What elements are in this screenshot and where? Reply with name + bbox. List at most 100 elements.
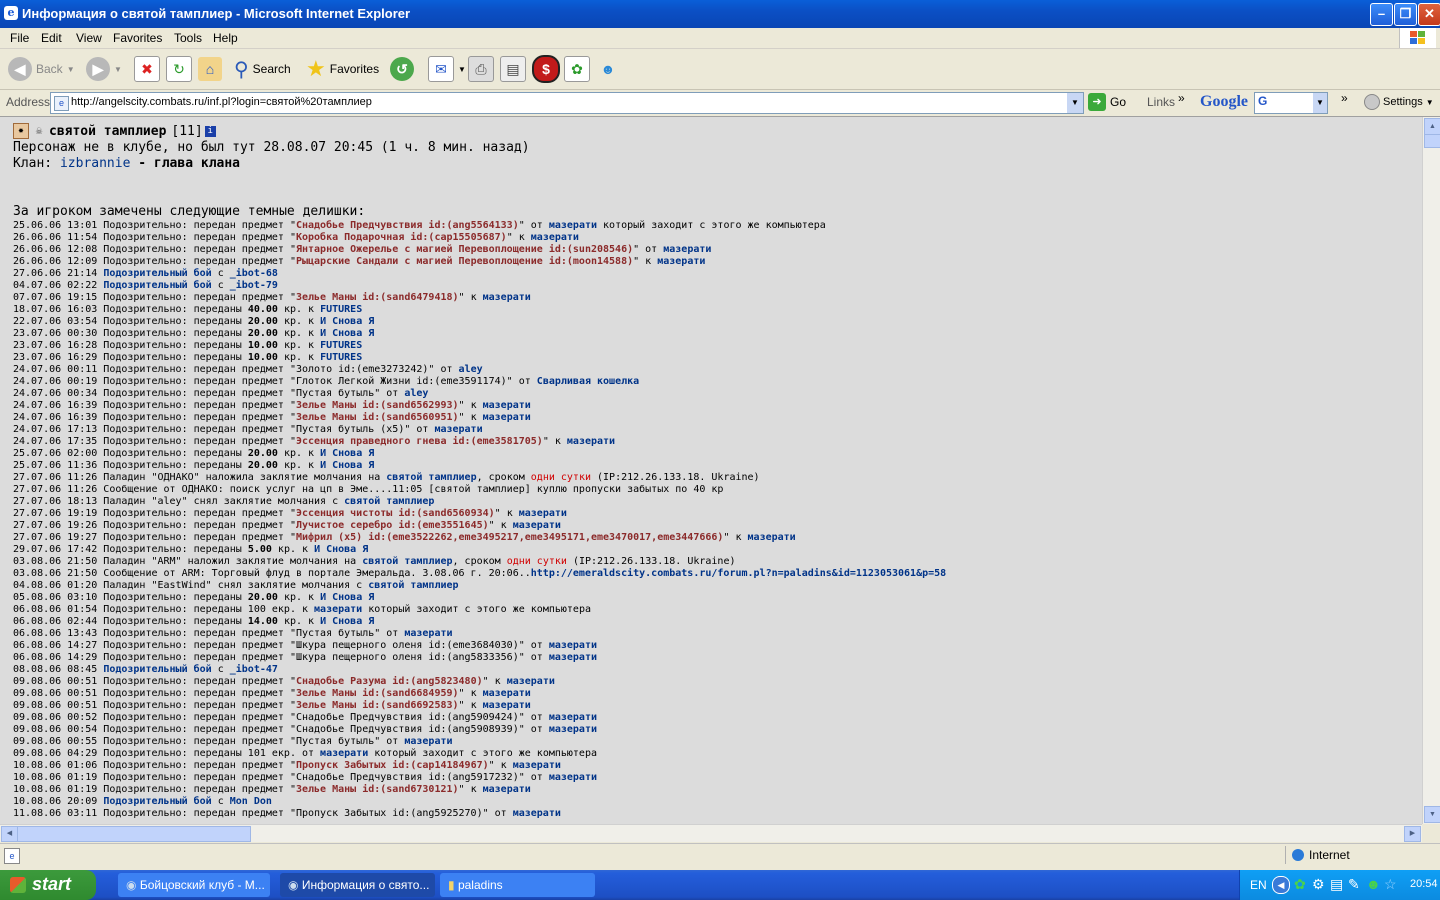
log-nick-link[interactable]: святой тамплиер: [344, 496, 434, 507]
log-nick-link[interactable]: _ibot-79: [230, 280, 278, 291]
task-paladins[interactable]: ▮ paladins: [440, 873, 595, 897]
log-nick-link[interactable]: мазерати: [549, 772, 597, 783]
google-dropdown-icon[interactable]: ▼: [1313, 93, 1327, 113]
clan-link[interactable]: izbrannie: [60, 156, 130, 171]
log-nick-link[interactable]: мазерати: [549, 220, 597, 231]
log-nick-link[interactable]: мазерати: [314, 604, 362, 615]
back-dropdown-icon[interactable]: ▼: [67, 65, 75, 74]
log-nick-link[interactable]: мазерати: [513, 520, 561, 531]
log-nick-link[interactable]: мазерати: [404, 736, 452, 747]
log-nick-link[interactable]: И Снова Я: [320, 328, 374, 339]
task-info[interactable]: ◉ Информация о свято...: [280, 873, 435, 897]
info-icon[interactable]: i: [204, 125, 216, 137]
log-nick-link[interactable]: мазерати: [519, 508, 567, 519]
scroll-left-icon[interactable]: ◀: [1, 826, 18, 842]
log-nick-link[interactable]: святой тамплиер: [368, 580, 458, 591]
stop-button[interactable]: ✖: [134, 54, 160, 84]
log-nick-link[interactable]: мазерати: [404, 628, 452, 639]
log-nick-link[interactable]: мазерати: [663, 244, 711, 255]
log-nick-link[interactable]: мазерати: [549, 640, 597, 651]
messenger-button[interactable]: ☻: [596, 54, 620, 84]
search-button[interactable]: ⚲ Search: [234, 54, 291, 84]
log-nick-link[interactable]: _ibot-47: [230, 664, 278, 675]
log-nick-link[interactable]: _ibot-68: [230, 268, 278, 279]
settings-button[interactable]: Settings ▼: [1364, 94, 1434, 110]
refresh-button[interactable]: ↻: [166, 54, 192, 84]
log-nick-link[interactable]: мазерати: [531, 232, 579, 243]
log-nick-link[interactable]: мазерати: [507, 676, 555, 687]
log-nick-link[interactable]: мазерати: [483, 700, 531, 711]
menu-file[interactable]: File: [10, 31, 29, 45]
log-nick-link[interactable]: мазерати: [748, 532, 796, 543]
menu-view[interactable]: View: [76, 31, 102, 45]
log-nick-link[interactable]: aley: [459, 364, 483, 375]
log-nick-link[interactable]: мазерати: [483, 784, 531, 795]
log-nick-link[interactable]: Подозрительный бой: [103, 796, 211, 807]
log-nick-link[interactable]: мазерати: [567, 436, 615, 447]
history-button[interactable]: ↺: [390, 54, 414, 84]
menu-favorites[interactable]: Favorites: [113, 31, 162, 45]
log-nick-link[interactable]: И Снова Я: [320, 316, 374, 327]
log-nick-link[interactable]: мазерати: [483, 292, 531, 303]
log-nick-link[interactable]: мазерати: [549, 724, 597, 735]
mail-dropdown-icon[interactable]: ▼: [458, 65, 466, 74]
log-nick-link[interactable]: Mon Don: [230, 796, 272, 807]
network-tray-icon[interactable]: ▤: [1330, 876, 1343, 893]
log-nick-link[interactable]: Сварливая кошелка: [537, 376, 639, 387]
agent-tray-icon[interactable]: ☻: [1366, 876, 1381, 892]
log-nick-link[interactable]: FUTURES: [320, 340, 362, 351]
start-button[interactable]: start: [0, 870, 96, 900]
forward-button[interactable]: ▶ ▼: [86, 54, 122, 84]
task-combats[interactable]: ◉ Бойцовский клуб - M...: [118, 873, 270, 897]
star-tray-icon[interactable]: ☆: [1384, 876, 1397, 893]
vertical-scrollbar[interactable]: ▲ ▼: [1422, 117, 1440, 824]
forward-dropdown-icon[interactable]: ▼: [114, 65, 122, 74]
address-dropdown-icon[interactable]: ▼: [1067, 93, 1083, 113]
restore-button[interactable]: ❐: [1394, 3, 1417, 26]
home-button[interactable]: ⌂: [198, 54, 222, 84]
log-nick-link[interactable]: мазерати: [483, 688, 531, 699]
icq-tray-icon[interactable]: ✿: [1294, 876, 1306, 893]
log-nick-link[interactable]: И Снова Я: [320, 460, 374, 471]
horizontal-scrollbar[interactable]: ◀ ▶: [0, 824, 1422, 842]
print-button[interactable]: ⎙: [468, 54, 494, 84]
log-nick-link[interactable]: Подозрительный бой: [103, 268, 211, 279]
language-indicator[interactable]: EN: [1250, 878, 1267, 892]
log-nick-link[interactable]: святой тамплиер: [386, 472, 476, 483]
log-nick-link[interactable]: мазерати: [513, 760, 561, 771]
log-nick-link[interactable]: http://emeraldscity.combats.ru/forum.pl?…: [531, 568, 946, 579]
menu-edit[interactable]: Edit: [41, 31, 62, 45]
address-input[interactable]: e http://angelscity.combats.ru/inf.pl?lo…: [50, 92, 1084, 114]
go-button[interactable]: ➜ Go: [1088, 93, 1126, 111]
log-nick-link[interactable]: мазерати: [320, 748, 368, 759]
links-label[interactable]: Links: [1147, 95, 1175, 109]
log-nick-link[interactable]: FUTURES: [320, 352, 362, 363]
steam-tray-icon[interactable]: ⚙: [1312, 876, 1325, 893]
log-nick-link[interactable]: святой тамплиер: [362, 556, 452, 567]
horizontal-scroll-thumb[interactable]: [17, 826, 251, 842]
log-nick-link[interactable]: Подозрительный бой: [103, 664, 211, 675]
minimize-button[interactable]: –: [1370, 3, 1393, 26]
menu-tools[interactable]: Tools: [174, 31, 202, 45]
google-search-input[interactable]: G ▼: [1254, 92, 1328, 114]
log-nick-link[interactable]: aley: [404, 388, 428, 399]
tray-expand-icon[interactable]: ◀: [1272, 876, 1290, 894]
player-name[interactable]: святой тамплиер: [49, 124, 166, 139]
menu-help[interactable]: Help: [213, 31, 238, 45]
log-nick-link[interactable]: мазерати: [434, 424, 482, 435]
log-nick-link[interactable]: Подозрительный бой: [103, 280, 211, 291]
close-button[interactable]: ✕: [1418, 3, 1440, 26]
chevron-right-icon[interactable]: »: [1178, 91, 1185, 105]
vertical-scroll-thumb[interactable]: [1424, 134, 1440, 148]
log-nick-link[interactable]: мазерати: [549, 652, 597, 663]
chevron-right-icon-2[interactable]: »: [1341, 91, 1348, 105]
log-nick-link[interactable]: мазерати: [549, 712, 597, 723]
log-nick-link[interactable]: мазерати: [483, 412, 531, 423]
log-nick-link[interactable]: И Снова Я: [320, 592, 374, 603]
edit-button[interactable]: ▤: [500, 54, 526, 84]
log-nick-link[interactable]: И Снова Я: [320, 616, 374, 627]
mail-button[interactable]: ✉ ▼: [428, 54, 466, 84]
casino-button[interactable]: $: [532, 54, 560, 84]
scroll-down-icon[interactable]: ▼: [1424, 806, 1440, 823]
back-button[interactable]: ◀ Back ▼: [8, 54, 75, 84]
